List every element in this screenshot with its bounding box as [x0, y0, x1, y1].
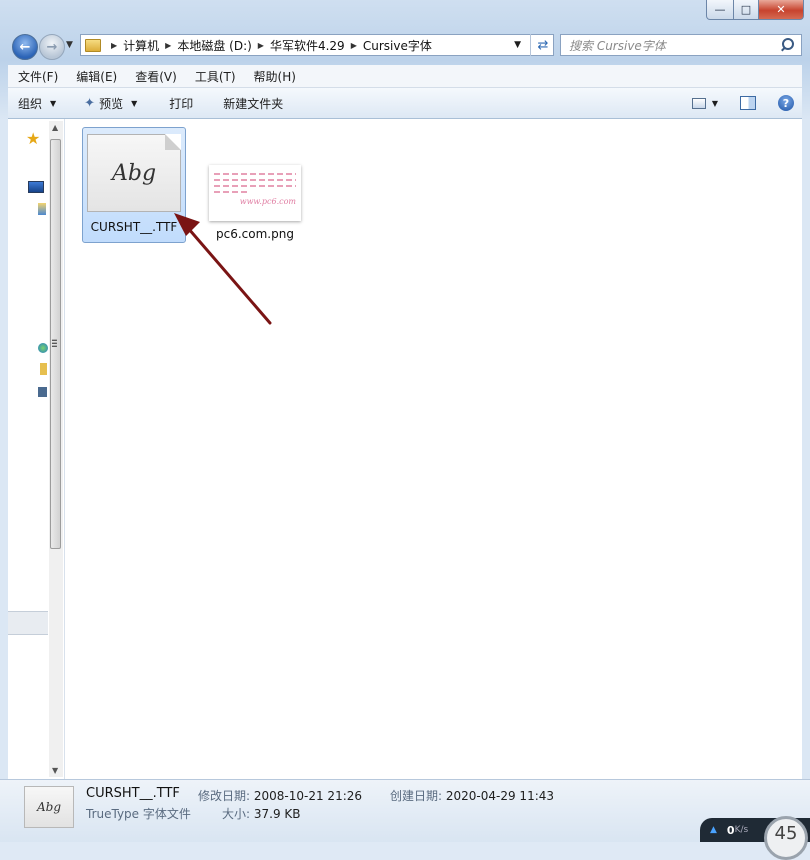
thumbnail-text-line	[214, 191, 247, 193]
minimize-icon: —	[714, 3, 726, 16]
print-label: 打印	[169, 96, 194, 111]
navigation-pane-scrollbar[interactable]: ▲ ━ ━ ━ ▼	[49, 121, 63, 777]
details-file-name: CURSHT__.TTF	[86, 786, 180, 801]
computer-icon[interactable]	[38, 387, 47, 397]
network-gauge: 45	[764, 816, 808, 860]
change-view-icon[interactable]	[691, 97, 706, 109]
organize-button[interactable]: 组织 ▼	[8, 95, 66, 112]
back-button[interactable]: ←	[12, 34, 38, 60]
command-bar: 组织 ▼ ✦ 预览 ▼ 打印 新建文件夹 ▼ ?	[8, 88, 802, 119]
close-button[interactable]: ✕	[759, 0, 804, 20]
chevron-down-icon: ▼	[131, 98, 138, 108]
menu-view[interactable]: 查看(V)	[125, 68, 185, 85]
size-label: 大小:	[222, 807, 251, 821]
menu-bar: 文件(F) 编辑(E) 查看(V) 工具(T) 帮助(H)	[8, 65, 802, 88]
maximize-icon: □	[740, 3, 752, 16]
close-icon: ✕	[776, 3, 786, 16]
scrollbar-grip-icon: ━ ━ ━	[52, 336, 57, 351]
scroll-down-arrow-icon[interactable]: ▼	[52, 766, 58, 775]
recent-pages-dropdown[interactable]: ▼	[66, 40, 73, 50]
preview-button[interactable]: ✦ 预览 ▼	[66, 95, 147, 112]
navigation-pane: ★ ▲ ━ ━ ━ ▼	[8, 119, 65, 779]
navigation-bar: ← → ▼ ▶ 计算机 ▶ 本地磁盘 (D:) ▶ 华军软件4.29 ▶ Cur…	[8, 32, 802, 60]
view-options-dropdown[interactable]: ▼	[712, 99, 718, 108]
new-folder-label: 新建文件夹	[223, 96, 284, 111]
chevron-down-icon: ▼	[50, 98, 57, 108]
font-file-icon: Abg	[87, 134, 181, 212]
network-rate: 0	[726, 823, 735, 837]
arrow-left-icon: ←	[19, 39, 31, 55]
details-pane: Abg CURSHT__.TTF TrueType 字体文件 修改日期: 200…	[0, 779, 810, 860]
menu-edit[interactable]: 编辑(E)	[66, 68, 125, 85]
details-file-type: TrueType 字体文件	[86, 807, 191, 821]
thumbnail-text-line	[214, 173, 296, 175]
forward-button[interactable]: →	[39, 34, 65, 60]
folder-icon[interactable]	[40, 363, 47, 375]
chevron-right-icon[interactable]: ▶	[165, 41, 171, 50]
refresh-icon: ⇄	[537, 37, 549, 53]
breadcrumb-huajun-software[interactable]: 华军软件4.29	[270, 37, 345, 54]
details-modified: 修改日期: 2008-10-21 21:26	[198, 787, 362, 804]
caption-buttons: — □ ✕	[706, 0, 804, 20]
chevron-right-icon[interactable]: ▶	[111, 41, 117, 50]
explorer-window: — □ ✕ ← → ▼ ▶ 计算机 ▶ 本地磁盘 (D:) ▶ 华军软件4.29…	[0, 0, 810, 860]
image-thumbnail: www.pc6.com	[209, 165, 301, 221]
modified-value: 2008-10-21 21:26	[253, 789, 363, 803]
folder-icon	[85, 38, 101, 52]
help-icon: ?	[782, 96, 790, 110]
address-bar[interactable]: ▶ 计算机 ▶ 本地磁盘 (D:) ▶ 华军软件4.29 ▶ Cursive字体…	[80, 34, 554, 56]
preview-label: 预览	[99, 96, 124, 111]
upload-arrow-icon: ▲	[710, 825, 717, 835]
breadcrumb-cursive-font[interactable]: Cursive字体	[363, 37, 432, 54]
font-glyph-preview: Abg	[111, 160, 157, 186]
preview-icon: ✦	[84, 95, 96, 111]
search-input[interactable]: 搜索 Cursive字体	[561, 37, 779, 54]
font-glyph-preview: Abg	[36, 800, 62, 814]
file-list: Abg CURSHT__.TTF www.pc6.com pc6.com.png	[65, 119, 802, 779]
help-button[interactable]: ?	[778, 95, 794, 111]
details-created: 创建日期: 2020-04-29 11:43	[390, 787, 554, 804]
thumbnail-text-line	[214, 185, 296, 187]
chevron-right-icon[interactable]: ▶	[258, 41, 264, 50]
modified-label: 修改日期:	[198, 789, 251, 803]
breadcrumb-computer[interactable]: 计算机	[123, 37, 159, 54]
refresh-button[interactable]: ⇄	[530, 34, 555, 56]
created-label: 创建日期:	[390, 789, 443, 803]
file-item-pc6-png[interactable]: www.pc6.com pc6.com.png	[203, 127, 307, 243]
menu-tools[interactable]: 工具(T)	[185, 68, 244, 85]
size-value: 37.9 KB	[253, 807, 301, 821]
details-thumbnail: Abg	[24, 786, 74, 828]
details-size: 大小: 37.9 KB	[222, 805, 301, 822]
breadcrumb-local-disk[interactable]: 本地磁盘 (D:)	[177, 37, 251, 54]
file-item-curshtt-ttf[interactable]: Abg CURSHT__.TTF	[82, 127, 186, 243]
organize-label: 组织	[18, 96, 43, 111]
address-dropdown-icon[interactable]: ▼	[514, 40, 521, 50]
search-box[interactable]: 搜索 Cursive字体	[560, 34, 802, 56]
arrow-right-icon: →	[46, 39, 58, 55]
chevron-right-icon[interactable]: ▶	[351, 41, 357, 50]
created-value: 2020-04-29 11:43	[445, 789, 555, 803]
print-button[interactable]: 打印	[147, 95, 203, 112]
navigation-pane-highlight	[8, 611, 48, 635]
desktop-icon[interactable]	[28, 181, 44, 193]
preview-pane-button[interactable]	[740, 96, 756, 110]
file-name-label: CURSHT__.TTF	[90, 220, 178, 234]
favorites-star-icon[interactable]: ★	[26, 129, 40, 148]
thumbnail-watermark: www.pc6.com	[239, 197, 296, 206]
thumbnail-text-line	[214, 179, 296, 181]
minimize-button[interactable]: —	[706, 0, 734, 20]
network-rate-unit: K/s	[734, 825, 749, 835]
network-speed-widget[interactable]: ▲ 0 K/s 45	[700, 816, 810, 860]
scroll-up-arrow-icon[interactable]: ▲	[52, 123, 58, 132]
view-controls: ▼ ?	[691, 95, 802, 111]
breadcrumb: ▶ 计算机 ▶ 本地磁盘 (D:) ▶ 华军软件4.29 ▶ Cursive字体	[105, 37, 432, 54]
new-folder-button[interactable]: 新建文件夹	[203, 95, 293, 112]
menu-help[interactable]: 帮助(H)	[244, 68, 304, 85]
maximize-button[interactable]: □	[734, 0, 759, 20]
network-icon[interactable]	[38, 343, 48, 353]
menu-file[interactable]: 文件(F)	[8, 68, 66, 85]
libraries-icon[interactable]	[38, 203, 46, 215]
file-name-label: pc6.com.png	[216, 227, 294, 241]
search-icon[interactable]	[779, 37, 795, 53]
